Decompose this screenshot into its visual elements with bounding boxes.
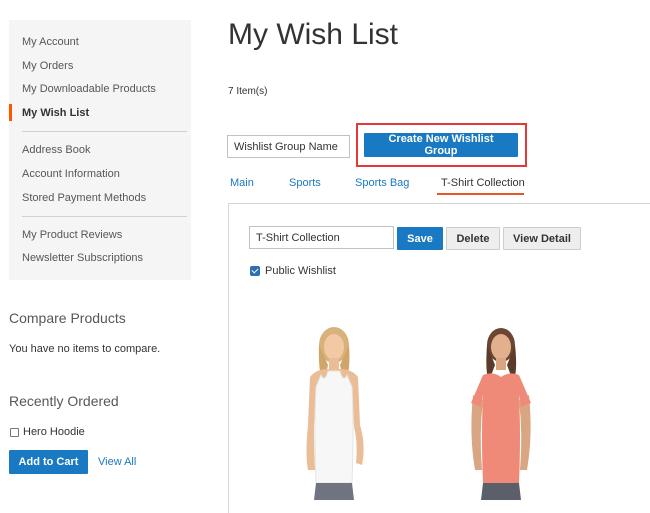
compare-empty-text: You have no items to compare. bbox=[9, 343, 161, 355]
wishlist-group-name-input[interactable] bbox=[227, 135, 350, 158]
nav-divider bbox=[22, 216, 187, 217]
view-detail-button[interactable]: View Detail bbox=[503, 227, 581, 250]
page-title: My Wish List bbox=[228, 18, 399, 51]
save-button[interactable]: Save bbox=[397, 227, 443, 250]
nav-item-stored-payment-methods[interactable]: Stored Payment Methods bbox=[22, 192, 146, 204]
nav-item-account-information[interactable]: Account Information bbox=[22, 168, 120, 180]
product-image-coral-tee[interactable] bbox=[455, 325, 545, 500]
tab-main[interactable]: Main bbox=[230, 177, 254, 189]
create-wishlist-group-button[interactable]: Create New Wishlist Group bbox=[364, 133, 518, 157]
nav-item-product-reviews[interactable]: My Product Reviews bbox=[22, 229, 122, 241]
recently-ordered-item-label: Hero Hoodie bbox=[23, 426, 85, 438]
recently-ordered-title: Recently Ordered bbox=[9, 393, 119, 409]
account-navigation: My Account My Orders My Downloadable Pro… bbox=[8, 20, 191, 280]
nav-divider bbox=[22, 131, 187, 132]
nav-item-my-orders[interactable]: My Orders bbox=[22, 60, 73, 72]
group-name-field[interactable] bbox=[249, 226, 394, 249]
tab-sports[interactable]: Sports bbox=[289, 177, 321, 189]
delete-button[interactable]: Delete bbox=[446, 227, 500, 250]
view-all-link[interactable]: View All bbox=[98, 456, 136, 468]
tab-sports-bag[interactable]: Sports Bag bbox=[355, 177, 409, 189]
public-wishlist-label: Public Wishlist bbox=[265, 265, 336, 277]
nav-item-address-book[interactable]: Address Book bbox=[22, 144, 90, 156]
recently-ordered-item-checkbox[interactable] bbox=[10, 428, 19, 437]
public-wishlist-checkbox[interactable] bbox=[250, 266, 260, 276]
nav-item-newsletter-subscriptions[interactable]: Newsletter Subscriptions bbox=[22, 252, 143, 264]
nav-item-my-account[interactable]: My Account bbox=[22, 36, 79, 48]
item-count: 7 Item(s) bbox=[228, 86, 268, 97]
compare-products-title: Compare Products bbox=[9, 310, 126, 326]
tab-t-shirt-collection[interactable]: T-Shirt Collection bbox=[441, 177, 525, 189]
add-to-cart-button[interactable]: Add to Cart bbox=[9, 450, 88, 474]
product-image-white-tank[interactable] bbox=[288, 325, 378, 500]
active-tab-indicator bbox=[437, 193, 524, 195]
nav-item-my-wish-list: My Wish List bbox=[8, 104, 90, 121]
nav-item-downloadable-products[interactable]: My Downloadable Products bbox=[22, 83, 156, 95]
